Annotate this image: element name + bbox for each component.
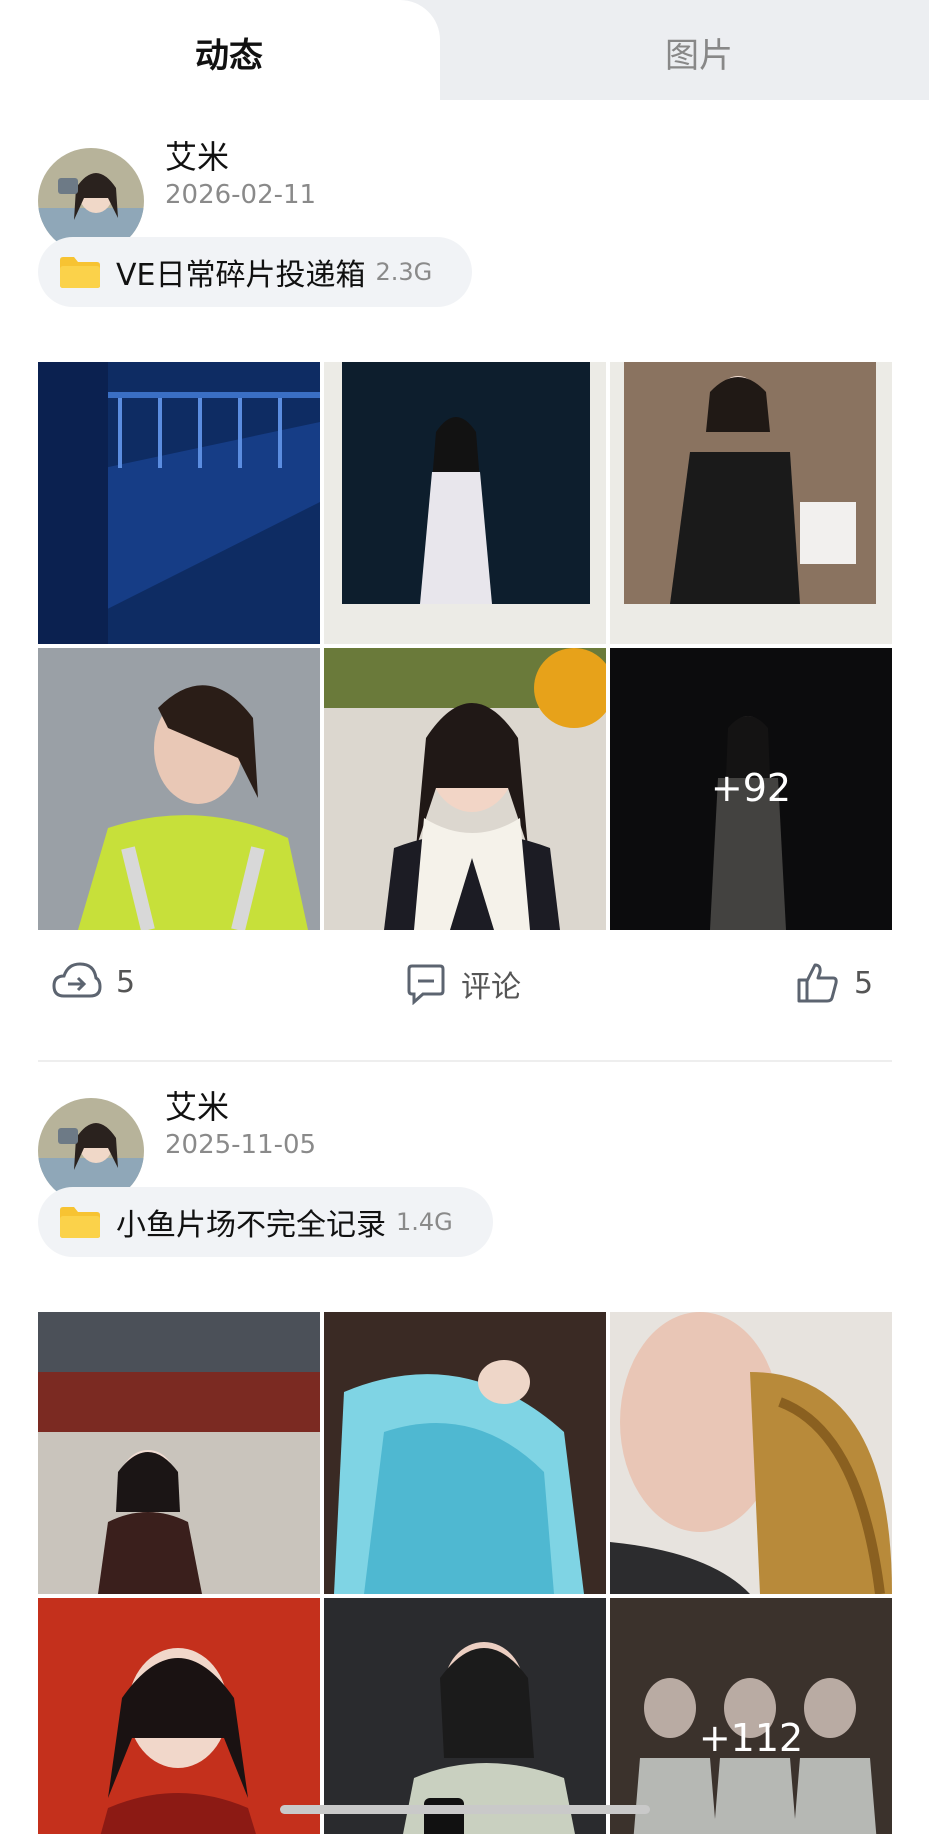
folder-icon (60, 1207, 100, 1238)
post-date: 2026-02-11 (165, 180, 317, 210)
feed: 艾米 2026-02-11 VE日常碎片投递箱 2.3G +92 5 评论 5 … (0, 100, 929, 1834)
more-count: +92 (710, 766, 792, 810)
photo-thumbnail[interactable] (324, 1312, 606, 1594)
more-count: +112 (698, 1716, 804, 1760)
folder-size: 2.3G (375, 258, 433, 286)
folder-icon (60, 257, 100, 288)
like-button[interactable]: 5 (796, 962, 873, 1004)
photo-thumbnail[interactable] (324, 1598, 606, 1834)
post-actions: 5 评论 5 (0, 962, 929, 1022)
photo-thumbnail[interactable] (610, 362, 892, 644)
photo-grid: +112 (38, 1312, 892, 1834)
author-name[interactable]: 艾米 (165, 132, 229, 178)
photo-thumbnail-more[interactable]: +92 (610, 648, 892, 930)
photo-grid: +92 (38, 362, 892, 930)
cloud-share-icon (52, 962, 102, 998)
tab-bar: 动态 图片 (0, 0, 929, 110)
photo-thumbnail-more[interactable]: +112 (610, 1598, 892, 1834)
photo-thumbnail[interactable] (324, 362, 606, 644)
photo-thumbnail[interactable] (38, 1598, 320, 1834)
photo-thumbnail[interactable] (38, 1312, 320, 1594)
folder-name: VE日常碎片投递箱 (116, 258, 366, 293)
photo-thumbnail[interactable] (610, 1312, 892, 1594)
thumbs-up-icon (797, 963, 838, 1003)
folder-size: 1.4G (396, 1208, 453, 1236)
comment-button[interactable]: 评论 (405, 962, 521, 1006)
like-count: 5 (854, 965, 874, 1001)
folder-chip[interactable]: VE日常碎片投递箱 2.3G (38, 237, 473, 307)
tab-dynamics[interactable]: 动态 (195, 28, 263, 77)
divider (38, 1060, 892, 1062)
post-date: 2025-11-05 (165, 1130, 317, 1160)
folder-chip[interactable]: 小鱼片场不完全记录 1.4G (38, 1187, 493, 1257)
share-button[interactable]: 5 (52, 962, 135, 1002)
author-name[interactable]: 艾米 (165, 1082, 229, 1128)
photo-thumbnail[interactable] (324, 648, 606, 930)
comment-label: 评论 (461, 970, 521, 1005)
tab-pictures[interactable]: 图片 (665, 28, 733, 77)
comment-icon (407, 964, 445, 1005)
folder-name: 小鱼片场不完全记录 (116, 1208, 386, 1243)
photo-thumbnail[interactable] (38, 648, 320, 930)
photo-thumbnail[interactable] (38, 362, 320, 644)
home-indicator[interactable] (280, 1805, 650, 1814)
share-count: 5 (116, 964, 136, 1000)
